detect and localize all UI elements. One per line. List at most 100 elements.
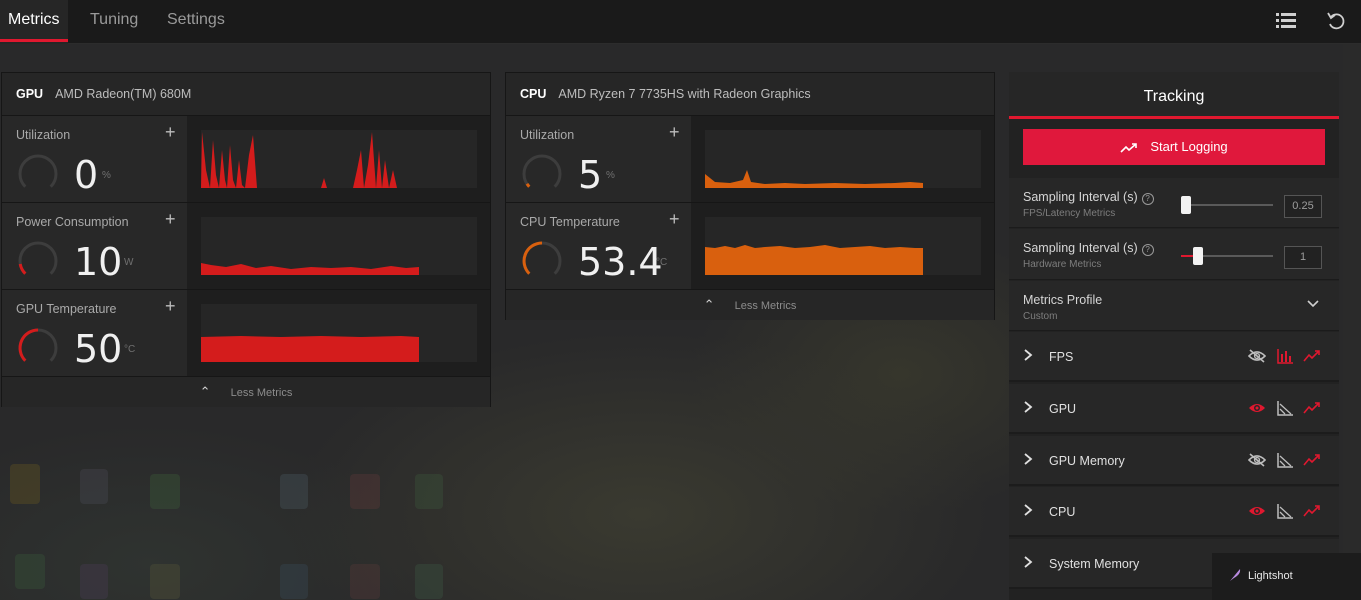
category-name: CPU bbox=[1049, 505, 1076, 519]
slider-handle[interactable] bbox=[1193, 247, 1203, 265]
gpu-power-row: Power Consumption + 10 W bbox=[2, 203, 490, 290]
category-name: FPS bbox=[1049, 350, 1074, 364]
sampling-interval-hardware: Sampling Interval (s)? Hardware Metrics … bbox=[1009, 229, 1339, 280]
top-navigation-bar: Metrics Tuning Settings bbox=[0, 0, 1361, 44]
metric-unit: % bbox=[606, 170, 615, 181]
metric-unit: °C bbox=[656, 257, 668, 268]
background-strip bbox=[1343, 44, 1361, 600]
slider-handle[interactable] bbox=[1181, 196, 1191, 214]
metric-label: Power Consumption bbox=[16, 215, 129, 229]
start-logging-button[interactable]: Start Logging bbox=[1023, 129, 1325, 165]
tracking-category-row[interactable]: CPU bbox=[1009, 487, 1339, 537]
category-name: System Memory bbox=[1049, 557, 1140, 571]
cpu-panel-header: CPU AMD Ryzen 7 7735HS with Radeon Graphi… bbox=[506, 73, 994, 116]
start-logging-label: Start Logging bbox=[1150, 139, 1228, 154]
tab-metrics[interactable]: Metrics bbox=[0, 0, 68, 44]
tracking-category-row[interactable]: FPS bbox=[1009, 332, 1339, 382]
sampling-interval-fps-value[interactable]: 0.25 bbox=[1284, 195, 1322, 218]
cpu-utilization-gauge bbox=[522, 154, 562, 188]
metric-value: 53.4 bbox=[578, 240, 663, 284]
gpu-type-label: GPU bbox=[16, 87, 44, 101]
utilization-gauge bbox=[18, 154, 58, 188]
metric-label: Utilization bbox=[16, 128, 71, 142]
metric-label: Utilization bbox=[520, 128, 575, 142]
less-metrics-label: Less Metrics bbox=[230, 387, 293, 399]
sampling-interval-hardware-slider[interactable] bbox=[1181, 247, 1273, 265]
gpu-device-name: AMD Radeon(TM) 680M bbox=[55, 87, 192, 101]
sampling-interval-sublabel: Hardware Metrics bbox=[1023, 259, 1102, 270]
cpu-panel: CPU AMD Ryzen 7 7735HS with Radeon Graphi… bbox=[505, 72, 995, 320]
metric-value: 0 bbox=[74, 153, 99, 197]
sampling-interval-label: Sampling Interval (s) bbox=[1023, 190, 1138, 204]
trend-icon[interactable] bbox=[1303, 503, 1321, 519]
graph-icon[interactable] bbox=[1276, 400, 1294, 416]
cpu-temperature-graph bbox=[705, 217, 981, 275]
gpu-panel-header: GPU AMD Radeon(TM) 680M bbox=[2, 73, 490, 116]
tracking-category-row[interactable]: GPU Memory bbox=[1009, 436, 1339, 486]
tab-settings[interactable]: Settings bbox=[167, 0, 225, 44]
reset-icon[interactable] bbox=[1325, 10, 1347, 32]
list-icon[interactable] bbox=[1275, 10, 1297, 32]
tracking-category-row[interactable]: GPU bbox=[1009, 384, 1339, 434]
eye-icon[interactable] bbox=[1248, 400, 1266, 416]
gpu-panel: GPU AMD Radeon(TM) 680M Utilization + 0 %… bbox=[1, 72, 491, 407]
gpu-temperature-gauge bbox=[18, 328, 58, 362]
sampling-interval-fps: Sampling Interval (s)? FPS/Latency Metri… bbox=[1009, 178, 1339, 228]
chevron-right-icon[interactable] bbox=[1023, 452, 1033, 466]
lightshot-popup[interactable]: Lightshot bbox=[1212, 553, 1361, 600]
add-metric-button[interactable]: + bbox=[669, 209, 680, 230]
eye-icon[interactable] bbox=[1248, 503, 1266, 519]
add-metric-button[interactable]: + bbox=[669, 122, 680, 143]
metric-value: 10 bbox=[74, 240, 123, 284]
chevron-up-icon: ⌃ bbox=[703, 297, 715, 312]
eye-off-icon[interactable] bbox=[1248, 452, 1266, 468]
tab-tuning[interactable]: Tuning bbox=[90, 0, 138, 44]
metrics-profile-value: Custom bbox=[1023, 311, 1058, 322]
gpu-utilization-graph bbox=[201, 130, 477, 188]
cpu-utilization-graph bbox=[705, 130, 981, 188]
cpu-type-label: CPU bbox=[520, 87, 547, 101]
graph-icon[interactable] bbox=[1276, 452, 1294, 468]
metric-value: 5 bbox=[578, 153, 603, 197]
chevron-up-icon: ⌃ bbox=[199, 384, 211, 399]
add-metric-button[interactable]: + bbox=[165, 122, 176, 143]
category-name: GPU bbox=[1049, 402, 1077, 416]
sampling-interval-hardware-value[interactable]: 1 bbox=[1284, 246, 1322, 269]
gpu-temperature-row: GPU Temperature + 50 °C bbox=[2, 290, 490, 377]
tracking-panel: Tracking Start Logging Sampling Interval… bbox=[1009, 72, 1339, 600]
metrics-profile-label: Metrics Profile bbox=[1023, 293, 1103, 307]
less-metrics-toggle[interactable]: ⌃ Less Metrics bbox=[2, 377, 490, 407]
cpu-device-name: AMD Ryzen 7 7735HS with Radeon Graphics bbox=[558, 87, 811, 101]
chevron-right-icon[interactable] bbox=[1023, 400, 1033, 414]
graph-icon[interactable] bbox=[1276, 503, 1294, 519]
cpu-utilization-row: Utilization + 5 % bbox=[506, 116, 994, 203]
chevron-right-icon[interactable] bbox=[1023, 348, 1033, 362]
chevron-right-icon[interactable] bbox=[1023, 503, 1033, 517]
trend-icon[interactable] bbox=[1303, 348, 1321, 364]
eye-off-icon[interactable] bbox=[1248, 348, 1266, 364]
metric-value: 50 bbox=[74, 327, 123, 371]
chevron-right-icon[interactable] bbox=[1023, 555, 1033, 569]
metric-label: CPU Temperature bbox=[520, 215, 620, 229]
trend-icon[interactable] bbox=[1303, 452, 1321, 468]
metric-label: GPU Temperature bbox=[16, 302, 117, 316]
add-metric-button[interactable]: + bbox=[165, 296, 176, 317]
gpu-utilization-row: Utilization + 0 % bbox=[2, 116, 490, 203]
metric-unit: % bbox=[102, 170, 111, 181]
metric-unit: °C bbox=[124, 344, 136, 355]
less-metrics-toggle[interactable]: ⌃ Less Metrics bbox=[506, 290, 994, 320]
bar-chart-icon[interactable] bbox=[1276, 348, 1294, 364]
sampling-interval-fps-slider[interactable] bbox=[1181, 196, 1273, 214]
trend-icon bbox=[1120, 142, 1138, 153]
cpu-temperature-row: CPU Temperature + 53.4 °C bbox=[506, 203, 994, 290]
metrics-profile-dropdown[interactable]: Metrics Profile Custom bbox=[1009, 281, 1339, 331]
trend-icon[interactable] bbox=[1303, 400, 1321, 416]
help-icon[interactable]: ? bbox=[1141, 244, 1154, 256]
cpu-temperature-gauge bbox=[522, 241, 562, 275]
category-name: GPU Memory bbox=[1049, 454, 1125, 468]
help-icon[interactable]: ? bbox=[1141, 193, 1154, 205]
gpu-power-graph bbox=[201, 217, 477, 275]
lightshot-label: Lightshot bbox=[1248, 570, 1293, 582]
chevron-down-icon bbox=[1307, 300, 1319, 308]
add-metric-button[interactable]: + bbox=[165, 209, 176, 230]
